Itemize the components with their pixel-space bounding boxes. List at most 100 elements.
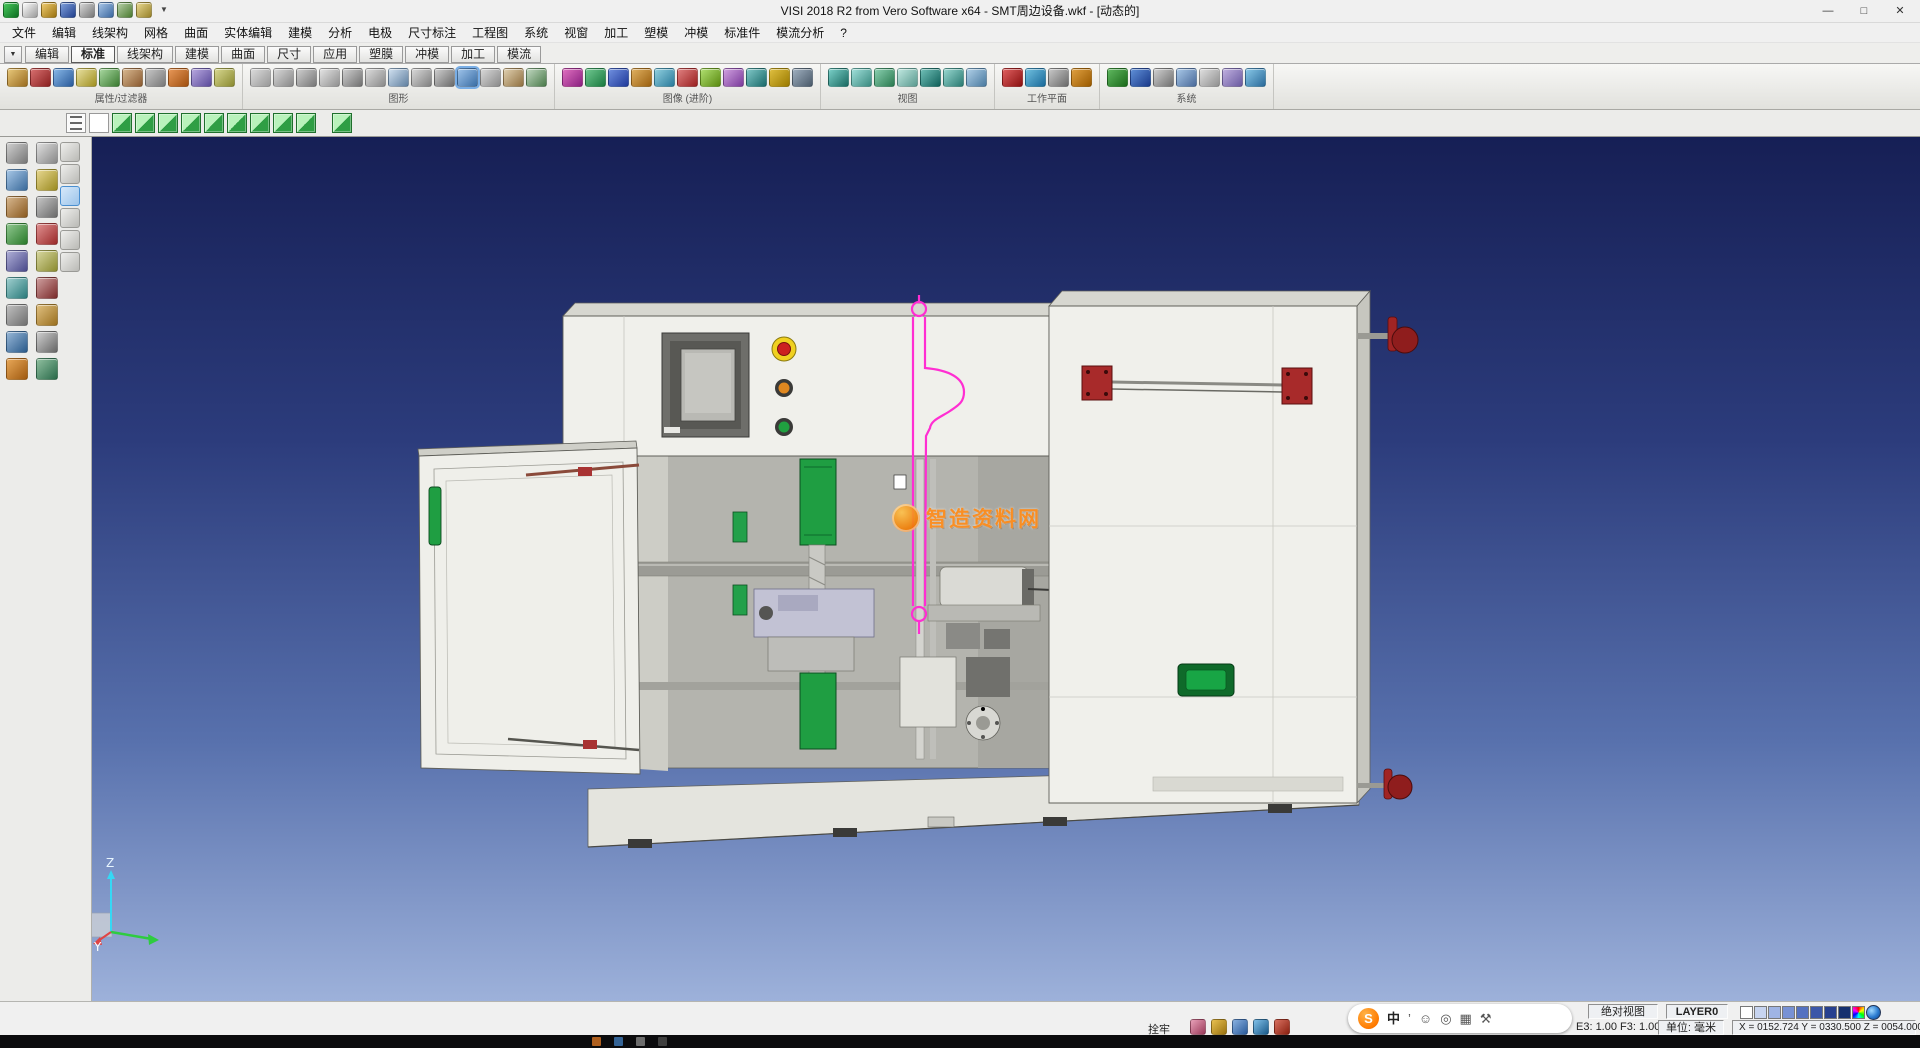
view-menu-icon[interactable] <box>66 113 86 133</box>
close-button[interactable]: ✕ <box>1882 0 1918 23</box>
menu-item[interactable]: 模流分析 <box>768 23 832 43</box>
menu-item[interactable]: ? <box>832 23 855 43</box>
menu-item[interactable]: 尺寸标注 <box>400 23 464 43</box>
layer-color-swatch[interactable] <box>1824 1006 1837 1019</box>
arc-icon[interactable] <box>296 68 317 87</box>
view-right-icon[interactable] <box>227 113 247 133</box>
menu-item[interactable]: 标准件 <box>716 23 768 43</box>
clipboard-clear-icon[interactable] <box>60 252 80 272</box>
toolbar-tab[interactable]: 编辑 <box>25 46 69 63</box>
mirror-icon[interactable] <box>36 277 58 299</box>
wireframe-view-icon[interactable] <box>585 68 606 87</box>
menu-item[interactable]: 建模 <box>280 23 320 43</box>
units-indicator[interactable]: 单位: 毫米 <box>1658 1020 1724 1035</box>
copy-icon[interactable] <box>6 196 28 218</box>
extrude-icon[interactable] <box>503 68 524 87</box>
iso-view-icon[interactable] <box>897 68 918 87</box>
trim-icon[interactable] <box>6 331 28 353</box>
background-icon[interactable] <box>792 68 813 87</box>
circle-icon[interactable] <box>319 68 340 87</box>
erase-icon[interactable] <box>36 223 58 245</box>
view-bottom-icon[interactable] <box>250 113 270 133</box>
menu-item[interactable]: 编辑 <box>44 23 84 43</box>
menu-item[interactable]: 实体编辑 <box>216 23 280 43</box>
snap-settings-icon[interactable] <box>1176 68 1197 87</box>
taskbar-app-2[interactable] <box>614 1037 623 1046</box>
named-views-icon[interactable] <box>943 68 964 87</box>
menu-item[interactable]: 文件 <box>4 23 44 43</box>
toolbar-tab[interactable]: 模流 <box>497 46 541 63</box>
hidden-line-icon[interactable] <box>608 68 629 87</box>
view-left-icon[interactable] <box>204 113 224 133</box>
taskbar-app-3[interactable] <box>636 1037 645 1046</box>
layer-color-swatch[interactable] <box>1740 1006 1753 1019</box>
world-icon[interactable] <box>1866 1005 1881 1020</box>
render-settings-icon[interactable] <box>769 68 790 87</box>
database-icon[interactable] <box>1245 68 1266 87</box>
select-icon[interactable] <box>6 142 28 164</box>
refresh-view-icon[interactable] <box>966 68 987 87</box>
menu-item[interactable]: 加工 <box>596 23 636 43</box>
polyline-icon[interactable] <box>365 68 386 87</box>
hide-elements-icon[interactable] <box>168 68 189 87</box>
view-blank-icon[interactable] <box>89 113 109 133</box>
workplane-auto-icon[interactable] <box>1025 68 1046 87</box>
toolbar-tab[interactable]: 冲模 <box>405 46 449 63</box>
workplane-xy-icon[interactable] <box>1002 68 1023 87</box>
view-dynamic-icon[interactable] <box>332 113 352 133</box>
workplane-reset-icon[interactable] <box>1071 68 1092 87</box>
mic-icon[interactable]: ◎ <box>1440 1004 1451 1033</box>
knife-icon[interactable] <box>36 142 58 164</box>
reset-filter-icon[interactable] <box>214 68 235 87</box>
menu-item[interactable]: 曲面 <box>176 23 216 43</box>
front-view-icon[interactable] <box>851 68 872 87</box>
tab-dropdown-icon[interactable]: ▼ <box>4 46 22 63</box>
layer-indicator[interactable]: LAYER0 <box>1666 1004 1728 1019</box>
top-view-icon[interactable] <box>828 68 849 87</box>
perspective-icon[interactable] <box>746 68 767 87</box>
layer-color-swatch[interactable] <box>1768 1006 1781 1019</box>
view-dimetric-icon[interactable] <box>296 113 316 133</box>
filter-icon[interactable] <box>53 68 74 87</box>
side-view-icon[interactable] <box>874 68 895 87</box>
menu-item[interactable]: 冲模 <box>676 23 716 43</box>
macro-icon[interactable] <box>1222 68 1243 87</box>
zoom-icon[interactable] <box>6 277 28 299</box>
revolve-icon[interactable] <box>526 68 547 87</box>
layer-color-swatch[interactable] <box>1754 1006 1767 1019</box>
view-top-icon[interactable] <box>135 113 155 133</box>
element-properties-icon[interactable] <box>7 68 28 87</box>
view-iso2-icon[interactable] <box>273 113 293 133</box>
calculator-icon[interactable] <box>1153 68 1174 87</box>
punctuation-mode-icon[interactable]: ’ <box>1408 1004 1411 1033</box>
pencil-icon[interactable] <box>36 169 58 191</box>
toolbar-tab[interactable]: 曲面 <box>221 46 265 63</box>
extend-icon[interactable] <box>36 331 58 353</box>
clipboard-paste-icon[interactable] <box>60 208 80 228</box>
toolbar-tab[interactable]: 尺寸 <box>267 46 311 63</box>
paste-icon[interactable] <box>36 196 58 218</box>
toolbar-tab[interactable]: 线架构 <box>117 46 173 63</box>
capture-icon[interactable] <box>1190 1019 1206 1035</box>
point-icon[interactable] <box>250 68 271 87</box>
clipboard-copy-icon[interactable] <box>60 164 80 184</box>
zoom-window-icon[interactable] <box>677 68 698 87</box>
system-display-icon[interactable] <box>1130 68 1151 87</box>
zoom-extents-icon[interactable] <box>700 68 721 87</box>
view-iso-icon[interactable] <box>112 113 132 133</box>
restore-button[interactable]: □ <box>1846 0 1882 23</box>
input-mode-chinese[interactable]: 中 <box>1387 1004 1400 1033</box>
menu-item[interactable]: 线架构 <box>84 23 136 43</box>
pan-view-icon[interactable] <box>654 68 675 87</box>
preferences-icon[interactable] <box>1199 68 1220 87</box>
toolbar-tab[interactable]: 塑膜 <box>359 46 403 63</box>
toolbar-tab[interactable]: 建模 <box>175 46 219 63</box>
layer-color-swatch[interactable] <box>1782 1006 1795 1019</box>
menu-item[interactable]: 网格 <box>136 23 176 43</box>
menu-item[interactable]: 工程图 <box>464 23 516 43</box>
menu-item[interactable]: 系统 <box>516 23 556 43</box>
palette-icon[interactable] <box>6 358 28 380</box>
clipboard-history-icon[interactable] <box>60 230 80 250</box>
sogou-logo[interactable]: S <box>1358 1008 1379 1029</box>
section-view-icon[interactable] <box>723 68 744 87</box>
